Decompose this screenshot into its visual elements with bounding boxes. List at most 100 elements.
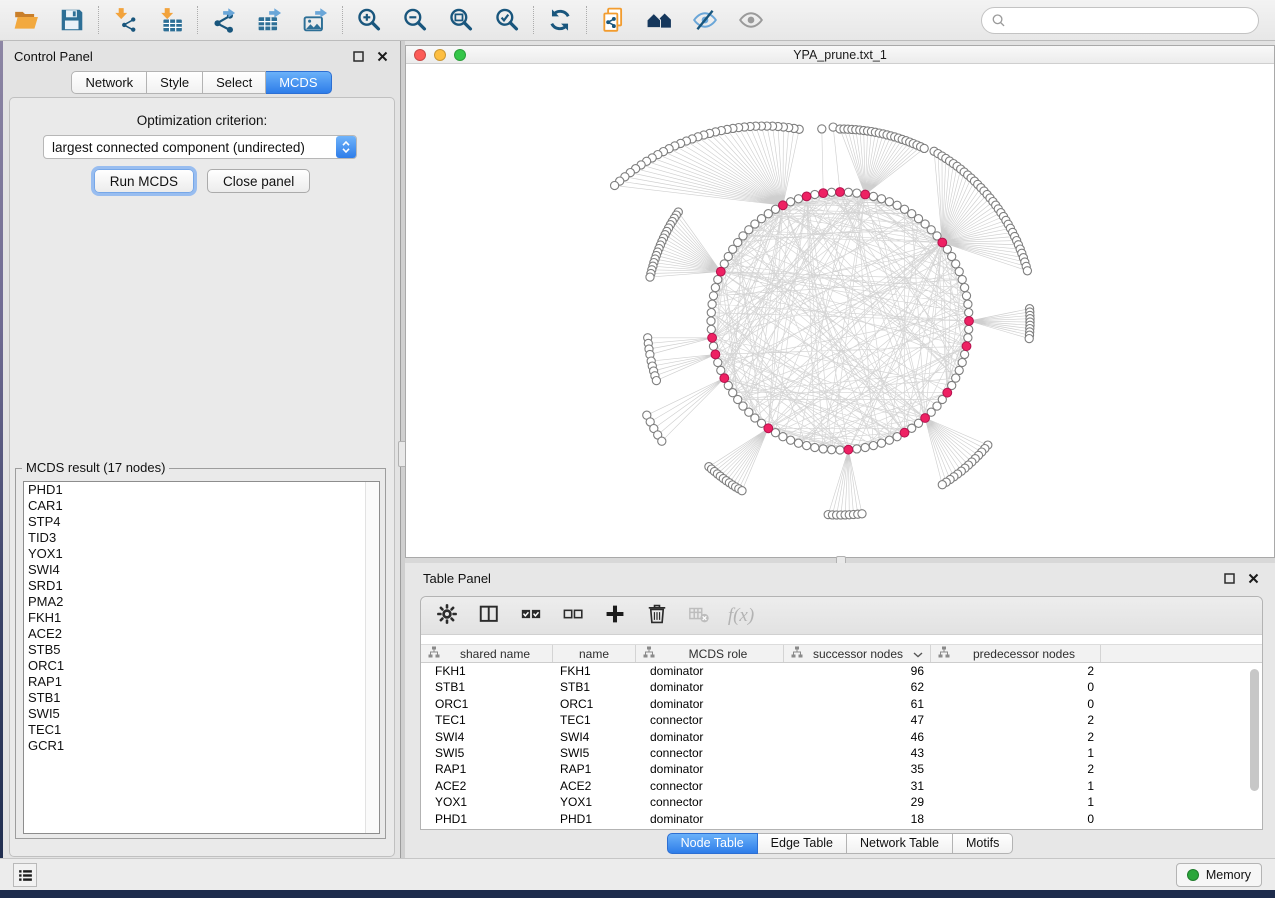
tab-select[interactable]: Select <box>203 71 266 94</box>
table-row[interactable]: ACE2ACE2connector311 <box>421 778 1262 794</box>
zoom-in-button[interactable] <box>354 5 384 35</box>
hide-selected-button[interactable] <box>690 5 720 35</box>
network-window-titlebar[interactable]: YPA_prune.txt_1 <box>406 46 1274 64</box>
memory-button[interactable]: Memory <box>1176 863 1262 887</box>
table-row[interactable]: TEC1TEC1connector472 <box>421 712 1262 728</box>
cell-predecessor-nodes[interactable]: 2 <box>931 663 1101 679</box>
cell-shared-name[interactable]: ORC1 <box>421 696 553 712</box>
clone-network-button[interactable] <box>598 5 628 35</box>
cell-name[interactable]: STB1 <box>553 679 636 695</box>
cell-name[interactable]: SWI5 <box>553 745 636 761</box>
maximize-window-traffic-light[interactable] <box>454 49 466 61</box>
zoom-fit-button[interactable] <box>446 5 476 35</box>
cell-successor-nodes[interactable]: 35 <box>784 761 931 777</box>
cell-successor-nodes[interactable]: 18 <box>784 811 931 827</box>
cell-predecessor-nodes[interactable]: 1 <box>931 745 1101 761</box>
table-scrollbar-thumb[interactable] <box>1250 669 1259 791</box>
mcds-result-item[interactable]: SWI4 <box>24 562 379 578</box>
zoom-out-button[interactable] <box>400 5 430 35</box>
table-tab-node-table[interactable]: Node Table <box>667 833 758 854</box>
open-file-button[interactable] <box>11 5 41 35</box>
cell-name[interactable]: PHD1 <box>553 811 636 827</box>
cell-mcds-role[interactable]: connector <box>636 778 784 794</box>
cell-predecessor-nodes[interactable]: 1 <box>931 778 1101 794</box>
tab-mcds[interactable]: MCDS <box>266 71 331 94</box>
table-row[interactable]: YOX1YOX1connector291 <box>421 794 1262 810</box>
mcds-result-item[interactable]: STB1 <box>24 690 379 706</box>
mcds-result-item[interactable]: STP4 <box>24 514 379 530</box>
mcds-result-item[interactable]: PHD1 <box>24 482 379 498</box>
cell-predecessor-nodes[interactable]: 0 <box>931 811 1101 827</box>
mcds-result-item[interactable]: SWI5 <box>24 706 379 722</box>
cell-predecessor-nodes[interactable]: 1 <box>931 794 1101 810</box>
cell-mcds-role[interactable]: dominator <box>636 761 784 777</box>
mcds-result-item[interactable]: RAP1 <box>24 674 379 690</box>
deselect-all-button[interactable] <box>560 603 586 629</box>
close-panel-button[interactable] <box>376 50 389 63</box>
cell-successor-nodes[interactable]: 61 <box>784 696 931 712</box>
mcds-result-item[interactable]: ORC1 <box>24 658 379 674</box>
table-row[interactable]: SWI4SWI4dominator462 <box>421 729 1262 745</box>
table-settings-button[interactable] <box>434 603 460 629</box>
column-header-name[interactable]: name <box>553 645 636 662</box>
tab-network[interactable]: Network <box>71 71 147 94</box>
cell-name[interactable]: TEC1 <box>553 712 636 728</box>
close-mcds-panel-button[interactable]: Close panel <box>207 169 310 193</box>
cell-predecessor-nodes[interactable]: 0 <box>931 679 1101 695</box>
mcds-result-item[interactable]: FKH1 <box>24 610 379 626</box>
run-mcds-button[interactable]: Run MCDS <box>94 169 194 193</box>
cell-successor-nodes[interactable]: 96 <box>784 663 931 679</box>
tab-style[interactable]: Style <box>147 71 203 94</box>
cell-shared-name[interactable]: SWI4 <box>421 729 553 745</box>
cell-successor-nodes[interactable]: 47 <box>784 712 931 728</box>
float-panel-button[interactable] <box>352 50 365 63</box>
export-image-button[interactable] <box>301 5 331 35</box>
cell-mcds-role[interactable]: dominator <box>636 729 784 745</box>
mcds-result-item[interactable]: TEC1 <box>24 722 379 738</box>
cell-mcds-role[interactable]: connector <box>636 794 784 810</box>
cell-mcds-role[interactable]: dominator <box>636 679 784 695</box>
cell-predecessor-nodes[interactable]: 2 <box>931 729 1101 745</box>
cell-mcds-role[interactable]: connector <box>636 712 784 728</box>
cell-shared-name[interactable]: SWI5 <box>421 745 553 761</box>
cell-successor-nodes[interactable]: 43 <box>784 745 931 761</box>
sort-chevron-icon[interactable] <box>913 647 923 661</box>
cell-shared-name[interactable]: RAP1 <box>421 761 553 777</box>
cell-predecessor-nodes[interactable]: 0 <box>931 696 1101 712</box>
import-table-button[interactable] <box>156 5 186 35</box>
cell-name[interactable]: ACE2 <box>553 778 636 794</box>
column-header-predecessor-nodes[interactable]: predecessor nodes <box>931 645 1101 662</box>
cell-mcds-role[interactable]: dominator <box>636 811 784 827</box>
show-all-button[interactable] <box>736 5 766 35</box>
refresh-layout-button[interactable] <box>545 5 575 35</box>
table-row[interactable]: FKH1FKH1dominator962 <box>421 663 1262 679</box>
cell-mcds-role[interactable]: dominator <box>636 663 784 679</box>
close-window-traffic-light[interactable] <box>414 49 426 61</box>
cell-name[interactable]: FKH1 <box>553 663 636 679</box>
cell-successor-nodes[interactable]: 46 <box>784 729 931 745</box>
import-network-button[interactable] <box>110 5 140 35</box>
minimize-window-traffic-light[interactable] <box>434 49 446 61</box>
cell-successor-nodes[interactable]: 31 <box>784 778 931 794</box>
show-panels-menu-button[interactable] <box>13 863 37 887</box>
table-tab-edge-table[interactable]: Edge Table <box>758 833 847 854</box>
export-network-button[interactable] <box>209 5 239 35</box>
table-row[interactable]: STB1STB1dominator620 <box>421 679 1262 695</box>
select-all-button[interactable] <box>518 603 544 629</box>
search-input[interactable] <box>1012 12 1249 29</box>
cell-name[interactable]: ORC1 <box>553 696 636 712</box>
mcds-result-item[interactable]: SRD1 <box>24 578 379 594</box>
cell-successor-nodes[interactable]: 62 <box>784 679 931 695</box>
close-table-panel-button[interactable] <box>1247 572 1260 585</box>
zoom-selected-button[interactable] <box>492 5 522 35</box>
mcds-result-list[interactable]: PHD1CAR1STP4TID3YOX1SWI4SRD1PMA2FKH1ACE2… <box>23 481 380 834</box>
export-table-button[interactable] <box>255 5 285 35</box>
mcds-result-item[interactable]: STB5 <box>24 642 379 658</box>
delete-row-button[interactable] <box>644 603 670 629</box>
cell-shared-name[interactable]: TEC1 <box>421 712 553 728</box>
table-row[interactable]: PHD1PHD1dominator180 <box>421 811 1262 827</box>
add-row-button[interactable] <box>602 603 628 629</box>
table-row[interactable]: RAP1RAP1dominator352 <box>421 761 1262 777</box>
show-column-button[interactable] <box>476 603 502 629</box>
cell-name[interactable]: RAP1 <box>553 761 636 777</box>
